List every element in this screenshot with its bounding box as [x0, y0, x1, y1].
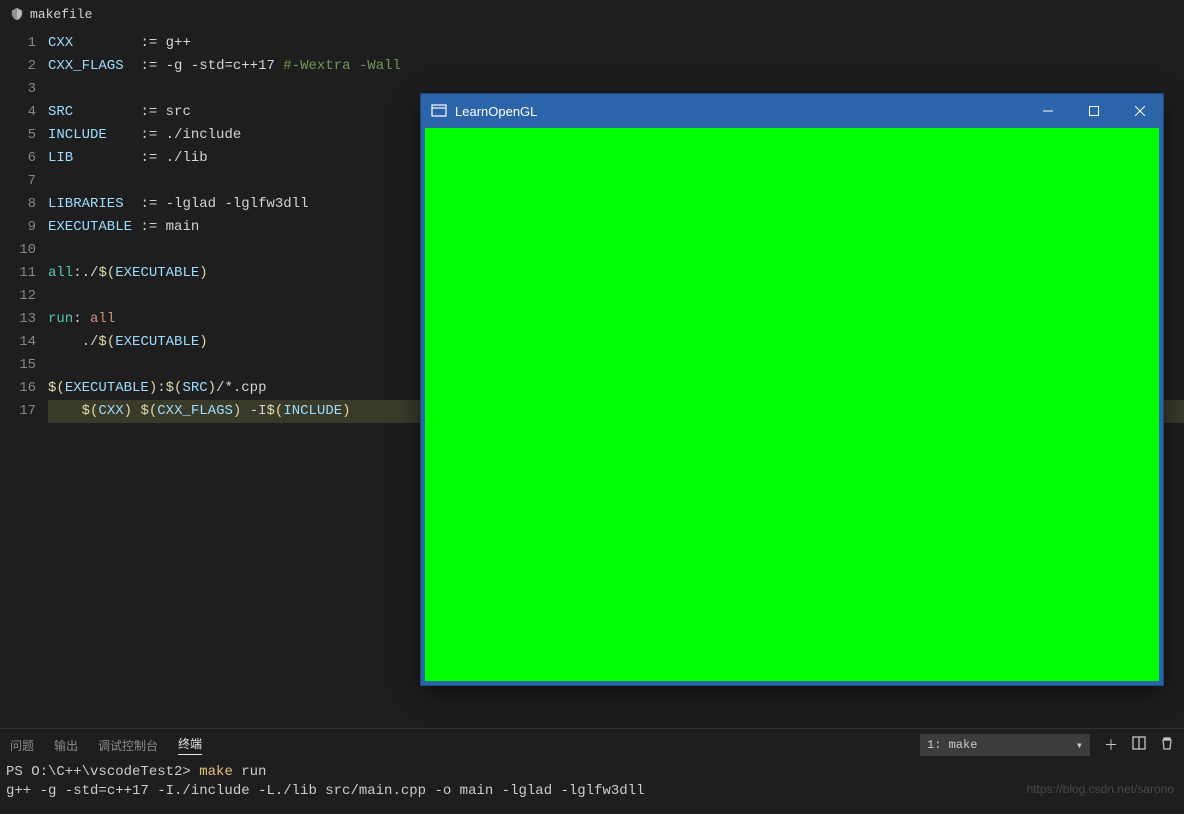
tab-output[interactable]: 输出 — [54, 737, 78, 754]
line-number: 6 — [0, 147, 36, 170]
line-number: 3 — [0, 78, 36, 101]
line-number: 12 — [0, 285, 36, 308]
close-button[interactable] — [1117, 94, 1163, 128]
opengl-client-area — [425, 128, 1159, 681]
line-number: 11 — [0, 262, 36, 285]
bottom-panel: 问题 输出 调试控制台 终端 1: make ▾ ＋ PS O:\C++\vsc… — [0, 728, 1184, 814]
panel-right-controls: 1: make ▾ ＋ — [920, 734, 1174, 756]
maximize-button[interactable] — [1071, 94, 1117, 128]
window-titlebar[interactable]: LearnOpenGL — [421, 94, 1163, 128]
window-title: LearnOpenGL — [455, 104, 537, 119]
split-terminal-icon[interactable] — [1132, 736, 1146, 755]
terminal-selector-label: 1: make — [927, 738, 977, 752]
opengl-window: LearnOpenGL — [420, 93, 1164, 686]
line-number: 7 — [0, 170, 36, 193]
line-number: 8 — [0, 193, 36, 216]
terminal-selector[interactable]: 1: make ▾ — [920, 734, 1090, 756]
line-number: 9 — [0, 216, 36, 239]
chevron-down-icon: ▾ — [1076, 738, 1083, 753]
line-number: 4 — [0, 101, 36, 124]
line-number-gutter: 1234567891011121314151617 — [0, 28, 48, 728]
tab-filename: makefile — [30, 7, 92, 22]
watermark: https://blog.csdn.net/sarono — [1027, 782, 1174, 796]
tab-problems[interactable]: 问题 — [10, 737, 34, 754]
panel-tabs: 问题 输出 调试控制台 终端 1: make ▾ ＋ — [0, 729, 1184, 761]
line-number: 15 — [0, 354, 36, 377]
window-controls — [1025, 94, 1163, 128]
line-number: 14 — [0, 331, 36, 354]
tab-debug[interactable]: 调试控制台 — [98, 737, 158, 754]
app-icon — [431, 103, 447, 119]
line-number: 5 — [0, 124, 36, 147]
terminal-line: PS O:\C++\vscodeTest2> make run — [6, 763, 1178, 782]
line-number: 1 — [0, 32, 36, 55]
line-number: 13 — [0, 308, 36, 331]
code-line[interactable]: CXX_FLAGS := -g -std=c++17 #-Wextra -Wal… — [48, 55, 1184, 78]
terminal-output[interactable]: PS O:\C++\vscodeTest2> make rung++ -g -s… — [0, 761, 1184, 803]
editor-tab[interactable]: makefile — [0, 0, 1184, 28]
terminal-line: g++ -g -std=c++17 -I./include -L./lib sr… — [6, 782, 1178, 801]
kill-terminal-icon[interactable] — [1160, 736, 1174, 755]
line-number: 16 — [0, 377, 36, 400]
code-line[interactable]: CXX := g++ — [48, 32, 1184, 55]
minimize-button[interactable] — [1025, 94, 1071, 128]
tab-terminal[interactable]: 终端 — [178, 735, 202, 755]
line-number: 17 — [0, 400, 36, 423]
line-number: 2 — [0, 55, 36, 78]
new-terminal-icon[interactable]: ＋ — [1104, 735, 1118, 755]
file-icon — [10, 7, 24, 21]
line-number: 10 — [0, 239, 36, 262]
